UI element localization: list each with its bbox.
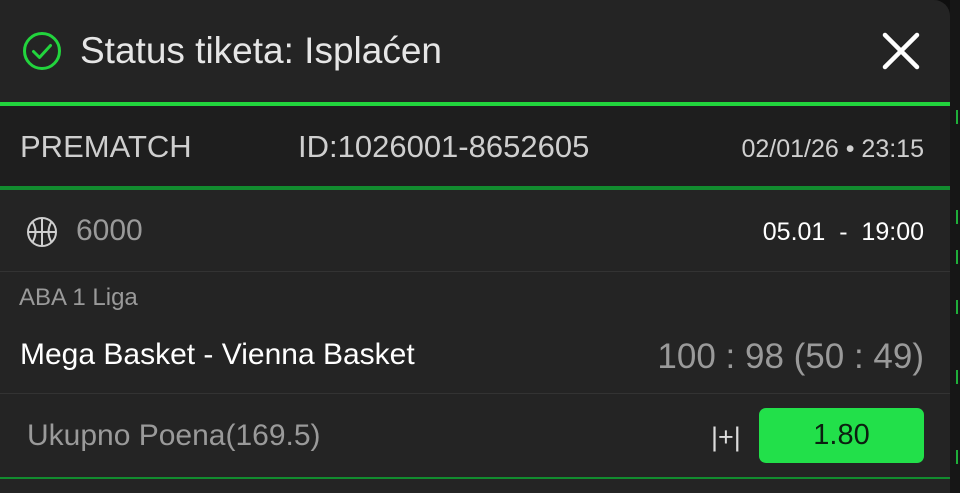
bottom-divider bbox=[0, 477, 950, 479]
odds-button[interactable]: 1.80 bbox=[759, 408, 924, 463]
ticket-type: PREMATCH bbox=[20, 129, 192, 164]
event-code: 6000 bbox=[76, 214, 143, 247]
event-divider bbox=[0, 271, 950, 272]
event-row: 6000 05.01 - 19:00 bbox=[0, 190, 950, 272]
ticket-modal: Status tiketa: Isplaćen PREMATCH ID:1026… bbox=[0, 0, 950, 493]
close-icon[interactable] bbox=[880, 30, 922, 72]
bet-pick: |+| bbox=[711, 422, 741, 452]
bet-divider bbox=[0, 393, 950, 394]
basketball-icon bbox=[27, 217, 57, 247]
ticket-id: ID:1026001-8652605 bbox=[298, 129, 590, 164]
modal-title: Status tiketa: Isplaćen bbox=[80, 30, 442, 71]
bet-market: Ukupno Poena(169.5) bbox=[27, 419, 321, 452]
check-circle-icon bbox=[23, 32, 61, 70]
match-name: Mega Basket - Vienna Basket bbox=[20, 338, 415, 371]
background-edge bbox=[950, 0, 960, 493]
league-name: ABA 1 Liga bbox=[19, 284, 138, 311]
ticket-datetime: 02/01/26 • 23:15 bbox=[741, 135, 924, 163]
match-score: 100 : 98 (50 : 49) bbox=[657, 337, 924, 376]
event-start-time: 05.01 - 19:00 bbox=[762, 218, 924, 246]
ticket-meta: PREMATCH ID:1026001-8652605 02/01/26 • 2… bbox=[0, 106, 950, 186]
modal-header: Status tiketa: Isplaćen bbox=[0, 0, 950, 102]
